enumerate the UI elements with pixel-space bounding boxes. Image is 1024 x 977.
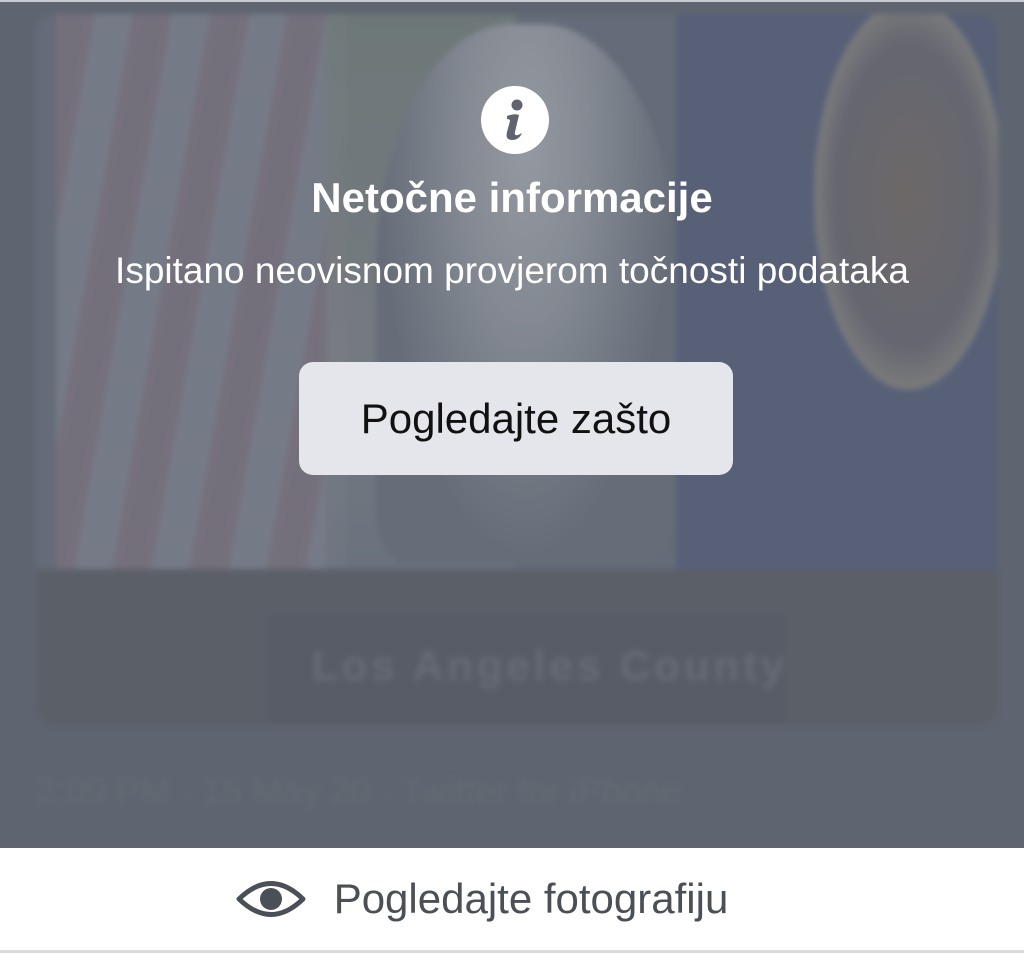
- false-info-overlay: Los Angeles County 2:09 PM · 15 May 20 ·…: [0, 0, 1024, 848]
- view-photo-button[interactable]: Pogledajte fotografiju: [0, 848, 1024, 950]
- eye-icon: [236, 881, 306, 917]
- info-icon: [481, 86, 549, 154]
- view-photo-label: Pogledajte fotografiju: [333, 875, 729, 922]
- see-why-button[interactable]: Pogledajte zašto: [299, 362, 733, 475]
- post-media-frame: Los Angeles County 2:09 PM · 15 May 20 ·…: [0, 0, 1024, 977]
- warning-subtitle: Ispitano neovisnom provjerom točnosti po…: [115, 250, 909, 291]
- divider: [0, 950, 1024, 953]
- warning-title: Netočne informacije: [311, 174, 713, 221]
